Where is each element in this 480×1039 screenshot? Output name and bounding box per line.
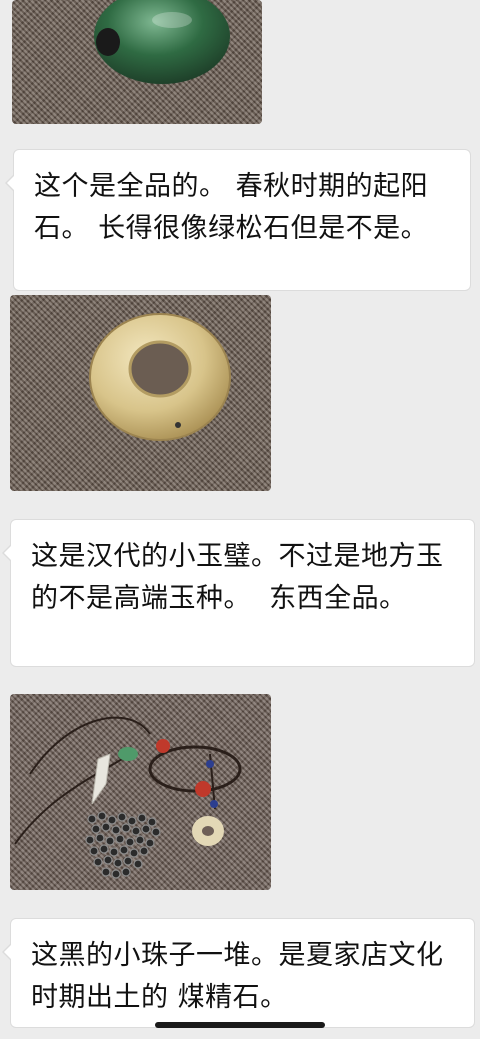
message-bubble-3[interactable]: 这黑的小珠子一堆。是夏家店文化时期出土的 煤精石。: [2, 918, 475, 1028]
jade-disc-illustration: [89, 313, 231, 441]
message-image-jade-disc[interactable]: [10, 295, 271, 491]
necklace-illustration: [14, 716, 242, 879]
message-text-1: 这个是全品的。 春秋时期的起阳石。 长得很像绿松石但是不是。: [34, 171, 429, 244]
message-image-necklace-beads[interactable]: [10, 694, 271, 890]
green-bead-illustration: [94, 0, 230, 84]
chat-screen: 这个是全品的。 春秋时期的起阳石。 长得很像绿松石但是不是。 这是汉代的小玉璧。…: [0, 0, 480, 1039]
message-text-2: 这是汉代的小玉璧。不过是地方玉的不是高端玉种。 东西全品。: [31, 541, 444, 614]
message-text-3: 这黑的小珠子一堆。是夏家店文化时期出土的 煤精石。: [31, 940, 444, 1013]
message-bubble-2[interactable]: 这是汉代的小玉璧。不过是地方玉的不是高端玉种。 东西全品。: [2, 519, 475, 667]
home-indicator[interactable]: [155, 1022, 325, 1028]
message-image-green-bead[interactable]: [12, 0, 262, 124]
message-bubble-1[interactable]: 这个是全品的。 春秋时期的起阳石。 长得很像绿松石但是不是。: [5, 149, 471, 291]
